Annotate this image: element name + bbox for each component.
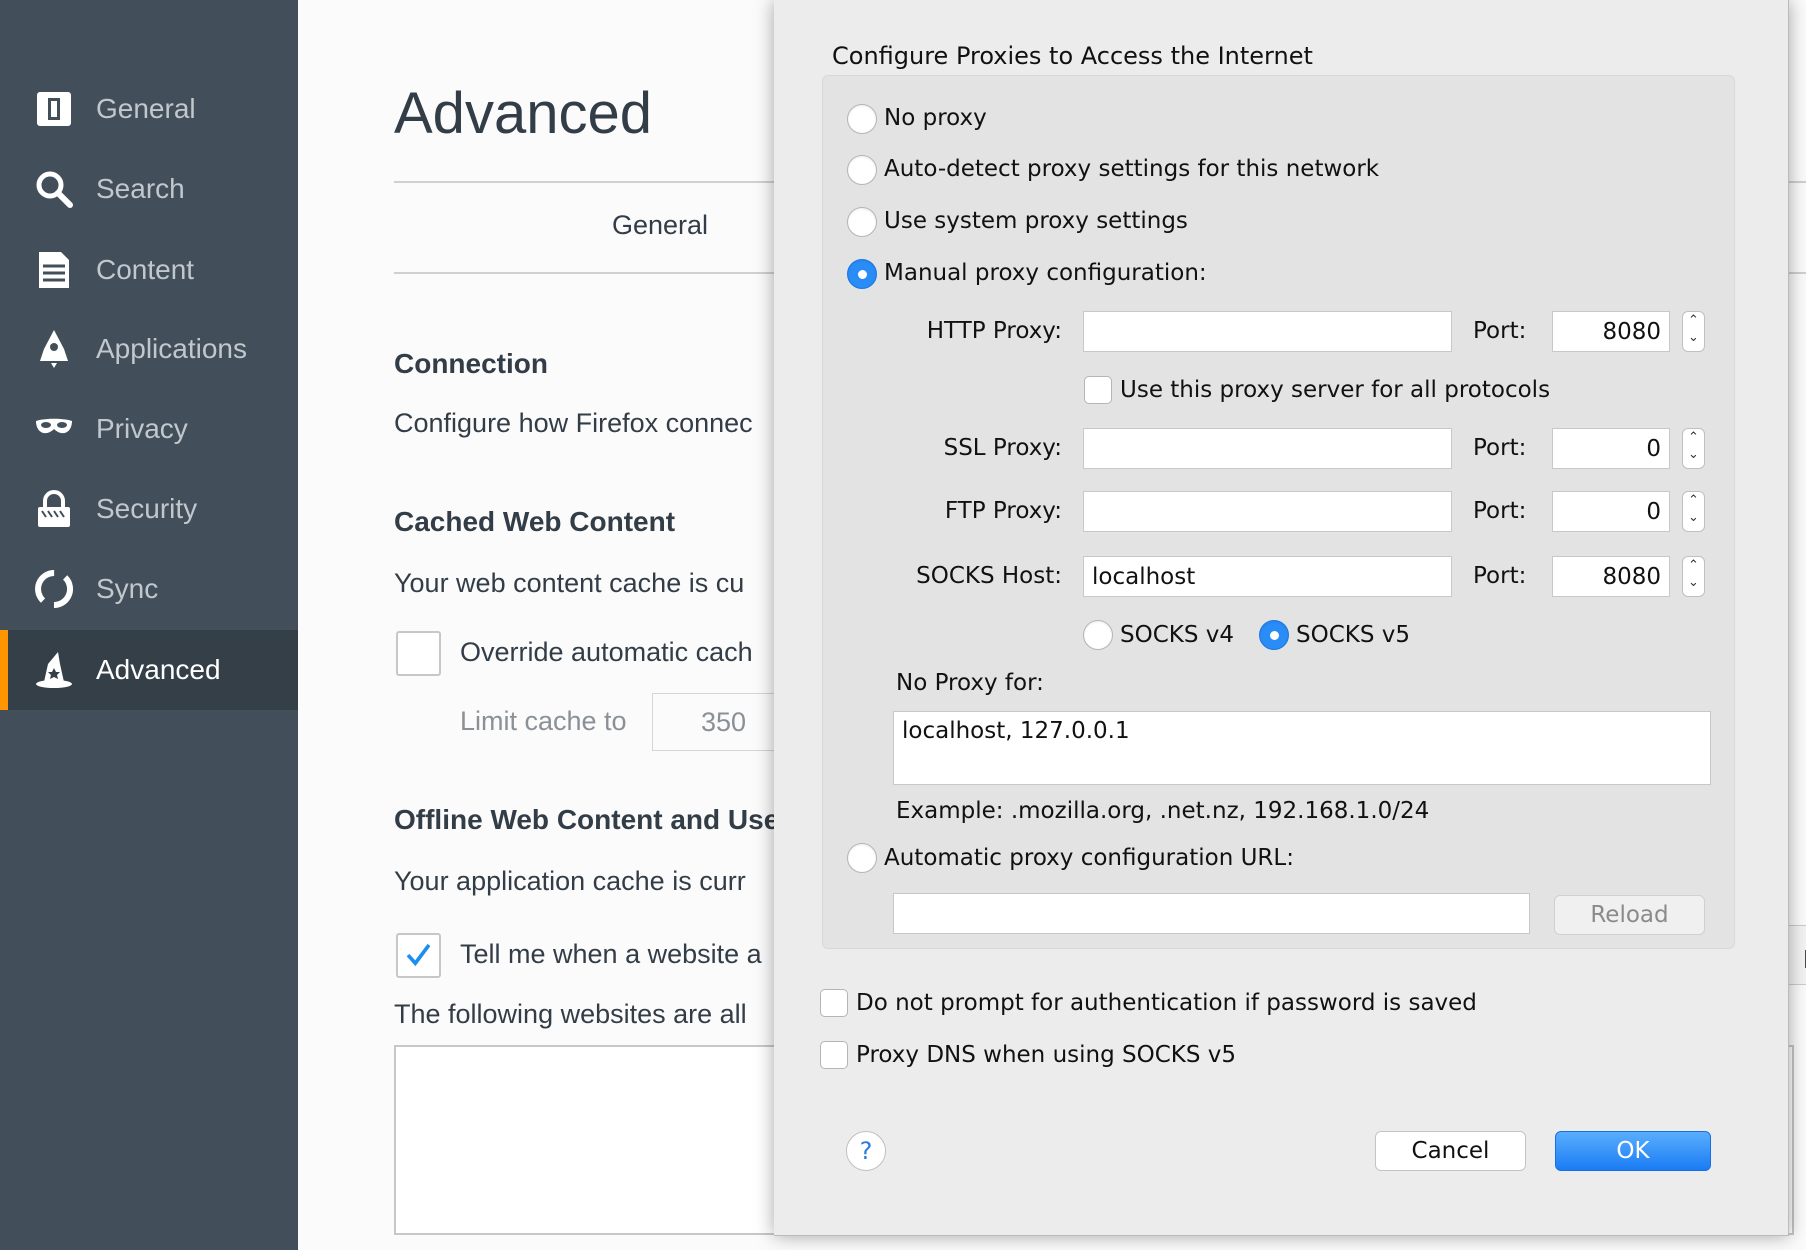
sidebar-item-search[interactable]: Search xyxy=(0,149,298,229)
override-cache-label: Override automatic cach xyxy=(460,637,753,667)
socks-port-label: Port: xyxy=(1473,563,1527,589)
proxy-dns-checkbox[interactable] xyxy=(820,1041,848,1069)
http-proxy-label: HTTP Proxy: xyxy=(926,318,1062,344)
sidebar-item-general[interactable]: General xyxy=(0,69,298,149)
ftp-port-label: Port: xyxy=(1473,498,1527,524)
socks-host-input[interactable]: localhost xyxy=(1083,556,1452,597)
offline-description: Your application cache is curr xyxy=(394,866,746,896)
all-protocols-label: Use this proxy server for all protocols xyxy=(1120,377,1551,403)
sidebar: General Search Content Applications Priv… xyxy=(0,0,298,1250)
socks-port-stepper[interactable]: ⌃ ⌄ xyxy=(1682,556,1705,597)
ftp-port-input[interactable]: 0 xyxy=(1552,491,1670,532)
no-proxy-for-textarea[interactable]: localhost, 127.0.0.1 xyxy=(893,711,1711,785)
sidebar-item-label: General xyxy=(96,93,196,124)
auto-detect-label: Auto-detect proxy settings for this netw… xyxy=(884,156,1380,182)
ssl-port-label: Port: xyxy=(1473,435,1527,461)
all-protocols-checkbox[interactable] xyxy=(1084,376,1112,404)
content-icon xyxy=(39,252,69,288)
http-proxy-input[interactable] xyxy=(1083,311,1452,352)
sidebar-item-label: Security xyxy=(96,493,198,524)
ok-button[interactable]: OK xyxy=(1555,1131,1711,1171)
sidebar-item-privacy[interactable]: Privacy xyxy=(0,389,298,469)
connection-heading: Connection xyxy=(394,348,548,379)
sidebar-item-security[interactable]: Security xyxy=(0,469,298,549)
http-port-label: Port: xyxy=(1473,318,1527,344)
system-proxy-label: Use system proxy settings xyxy=(884,208,1188,234)
sidebar-item-label: Applications xyxy=(96,333,247,364)
proxy-dns-label: Proxy DNS when using SOCKS v5 xyxy=(856,1042,1237,1068)
auto-url-input[interactable] xyxy=(893,893,1530,934)
ssl-port-stepper[interactable]: ⌃ ⌄ xyxy=(1682,428,1705,469)
search-icon xyxy=(36,171,73,208)
sidebar-item-sync[interactable]: Sync xyxy=(0,549,298,629)
ssl-port-input[interactable]: 0 xyxy=(1552,428,1670,469)
socks-v5-label: SOCKS v5 xyxy=(1296,622,1411,648)
limit-cache-input[interactable]: 350 xyxy=(652,693,792,751)
no-proxy-label: No proxy xyxy=(884,105,987,131)
ftp-proxy-input[interactable] xyxy=(1083,491,1452,532)
help-button[interactable]: ? xyxy=(846,1131,886,1171)
sidebar-item-label: Search xyxy=(96,173,185,204)
manual-proxy-label: Manual proxy configuration: xyxy=(884,260,1207,286)
cancel-button[interactable]: Cancel xyxy=(1375,1131,1526,1171)
checkmark-icon xyxy=(406,943,431,967)
manual-proxy-radio[interactable] xyxy=(847,259,877,289)
sidebar-item-advanced[interactable]: Advanced xyxy=(0,630,298,710)
limit-cache-label: Limit cache to xyxy=(460,706,627,736)
socks-port-input[interactable]: 8080 xyxy=(1552,556,1670,597)
following-websites-label: The following websites are all xyxy=(394,999,747,1029)
dialog-heading: Configure Proxies to Access the Internet xyxy=(832,42,1313,70)
http-port-input[interactable]: 8080 xyxy=(1552,311,1670,352)
auto-url-radio[interactable] xyxy=(847,843,877,873)
ssl-proxy-input[interactable] xyxy=(1083,428,1452,469)
no-prompt-auth-checkbox[interactable] xyxy=(820,989,848,1017)
auto-detect-radio[interactable] xyxy=(847,155,877,185)
advanced-wizard-hat-icon xyxy=(36,652,72,688)
auto-url-label: Automatic proxy configuration URL: xyxy=(884,845,1294,871)
http-port-stepper[interactable]: ⌃ ⌄ xyxy=(1682,311,1705,352)
no-prompt-auth-label: Do not prompt for authentication if pass… xyxy=(856,990,1477,1016)
socks-v4-label: SOCKS v4 xyxy=(1120,622,1235,648)
no-proxy-example: Example: .mozilla.org, .net.nz, 192.168.… xyxy=(896,798,1430,824)
sidebar-item-content[interactable]: Content xyxy=(0,230,298,310)
ftp-proxy-label: FTP Proxy: xyxy=(944,498,1062,524)
offline-heading: Offline Web Content and Use xyxy=(394,804,780,835)
sidebar-item-label: Content xyxy=(96,254,195,285)
sidebar-item-label: Advanced xyxy=(96,654,221,685)
sidebar-item-label: Sync xyxy=(96,573,159,604)
reload-button[interactable]: Reload xyxy=(1554,895,1705,935)
socks-v5-radio[interactable] xyxy=(1259,620,1289,650)
cache-heading: Cached Web Content xyxy=(394,506,676,537)
cache-description: Your web content cache is cu xyxy=(394,568,745,598)
page-title: Advanced xyxy=(394,81,652,146)
ssl-proxy-label: SSL Proxy: xyxy=(943,435,1062,461)
tell-me-checkbox[interactable] xyxy=(396,933,441,978)
connection-settings-dialog: Configure Proxies to Access the Internet… xyxy=(774,0,1789,1236)
no-proxy-radio[interactable] xyxy=(847,104,877,134)
sidebar-item-applications[interactable]: Applications xyxy=(0,309,298,389)
override-cache-checkbox[interactable] xyxy=(396,631,441,676)
system-proxy-radio[interactable] xyxy=(847,207,877,237)
privacy-mask-icon xyxy=(36,418,72,434)
applications-icon xyxy=(40,330,68,368)
sidebar-item-label: Privacy xyxy=(96,413,188,444)
connection-description: Configure how Firefox connec xyxy=(394,408,753,438)
security-lock-icon xyxy=(38,490,70,527)
tab-general[interactable]: General xyxy=(612,210,708,241)
no-proxy-for-label: No Proxy for: xyxy=(896,670,1044,696)
tell-me-label: Tell me when a website a xyxy=(460,939,762,969)
socks-v4-radio[interactable] xyxy=(1083,620,1113,650)
general-icon xyxy=(37,92,71,126)
sync-icon xyxy=(35,570,74,608)
ftp-port-stepper[interactable]: ⌃ ⌄ xyxy=(1682,491,1705,532)
socks-host-label: SOCKS Host: xyxy=(916,563,1062,589)
